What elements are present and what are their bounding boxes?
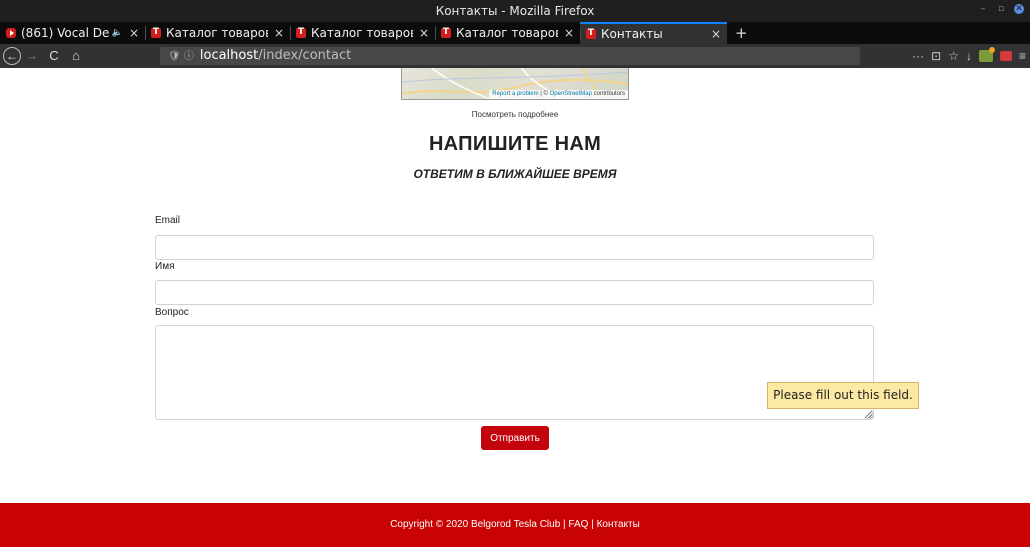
tab-catalog-3[interactable]: Каталог товаров × — [435, 22, 580, 44]
tesla-favicon-icon — [441, 26, 451, 39]
close-tab-icon[interactable]: × — [274, 26, 284, 40]
back-button[interactable]: ← — [3, 47, 21, 65]
osm-link[interactable]: OpenStreetMap — [550, 91, 592, 97]
minimize-icon[interactable]: – — [978, 4, 988, 14]
submit-button[interactable]: Отправить — [481, 426, 549, 450]
window-title: Контакты - Mozilla Firefox — [435, 4, 595, 18]
url-path: /index/contact — [258, 48, 352, 63]
page-content: Report a problem | © OpenStreetMap contr… — [0, 68, 1030, 547]
page-title: НАПИШИТЕ НАМ — [428, 133, 602, 155]
resize-grip-icon[interactable] — [866, 412, 873, 419]
tab-youtube[interactable]: (861) Vocal Dee 🔈 × — [0, 22, 145, 44]
youtube-icon — [6, 28, 16, 38]
toolbar-icons: ··· ⊡ ☆ ↓ ≡ — [912, 44, 1026, 68]
tab-label: Каталог товаров — [456, 26, 558, 40]
url-bar[interactable]: 🛡 ⓘ localhost/index/contact — [160, 47, 860, 65]
footer-faq-link[interactable]: FAQ — [568, 519, 588, 530]
tesla-favicon-icon — [586, 27, 596, 40]
map-attr-sep: | © — [538, 91, 550, 97]
close-tab-icon[interactable]: × — [711, 27, 721, 41]
map-attr-contributors: contributors — [591, 91, 625, 97]
view-more-link[interactable]: Посмотреть подробнее — [0, 110, 1030, 119]
tab-label: Контакты — [601, 27, 663, 41]
name-field[interactable] — [155, 280, 874, 305]
footer-contacts-link[interactable]: Контакты — [597, 519, 640, 530]
page-subtitle: ОТВЕТИМ В БЛИЖАЙШЕЕ ВРЕМЯ — [413, 167, 617, 181]
validation-tooltip: Please fill out this field. — [767, 382, 919, 409]
menu-icon[interactable]: ≡ — [1019, 49, 1026, 63]
tab-label: Каталог товаров — [311, 26, 413, 40]
close-tab-icon[interactable]: × — [419, 26, 429, 40]
name-label: Имя — [155, 261, 175, 272]
bookmark-star-icon[interactable]: ☆ — [948, 49, 959, 63]
window-controls: – ▫ ✕ — [978, 4, 1024, 14]
footer-copyright: Copyright © 2020 Belgorod Tesla Club | — [390, 519, 569, 530]
new-tab-button[interactable]: + — [727, 22, 756, 44]
tesla-favicon-icon — [296, 26, 306, 39]
home-button[interactable]: ⌂ — [65, 44, 87, 68]
email-field[interactable] — [155, 235, 874, 260]
tab-catalog-1[interactable]: Каталог товаров × — [145, 22, 290, 44]
report-problem-link[interactable]: Report a problem — [492, 91, 538, 97]
pocket-icon[interactable]: ⊡ — [931, 49, 941, 63]
close-window-icon[interactable]: ✕ — [1014, 4, 1024, 14]
window-titlebar: Контакты - Mozilla Firefox – ▫ ✕ — [0, 0, 1030, 22]
tab-catalog-2[interactable]: Каталог товаров × — [290, 22, 435, 44]
close-tab-icon[interactable]: × — [564, 26, 574, 40]
map-attribution: Report a problem | © OpenStreetMap contr… — [489, 90, 628, 99]
close-tab-icon[interactable]: × — [129, 26, 139, 40]
tab-strip: (861) Vocal Dee 🔈 × Каталог товаров × Ка… — [0, 22, 1030, 44]
tab-label: Каталог товаров — [166, 26, 268, 40]
nav-bar: ← → C ⌂ 🛡 ⓘ localhost/index/contact ··· ⊡… — [0, 44, 1030, 68]
question-label: Вопрос — [155, 307, 189, 318]
downloads-icon[interactable]: ↓ — [966, 49, 972, 63]
tab-contacts[interactable]: Контакты × — [580, 22, 727, 44]
email-label: Email — [155, 215, 181, 226]
map-embed[interactable]: Report a problem | © OpenStreetMap contr… — [401, 68, 629, 100]
url-host: localhost — [199, 48, 259, 63]
page-actions-icon[interactable]: ··· — [912, 49, 924, 63]
maximize-icon[interactable]: ▫ — [996, 4, 1006, 14]
tesla-favicon-icon — [151, 26, 161, 39]
speaker-icon[interactable]: 🔈 — [112, 28, 123, 38]
tab-label: (861) Vocal Dee — [21, 26, 110, 40]
forward-button[interactable]: → — [21, 44, 43, 68]
footer: Copyright © 2020 Belgorod Tesla Club | F… — [0, 503, 1030, 547]
footer-sep: | — [588, 519, 597, 530]
reload-button[interactable]: C — [43, 44, 65, 68]
extension-icon[interactable] — [978, 47, 995, 62]
site-info-icon[interactable]: 🛡 ⓘ — [168, 51, 194, 62]
ublock-icon[interactable] — [999, 51, 1012, 61]
